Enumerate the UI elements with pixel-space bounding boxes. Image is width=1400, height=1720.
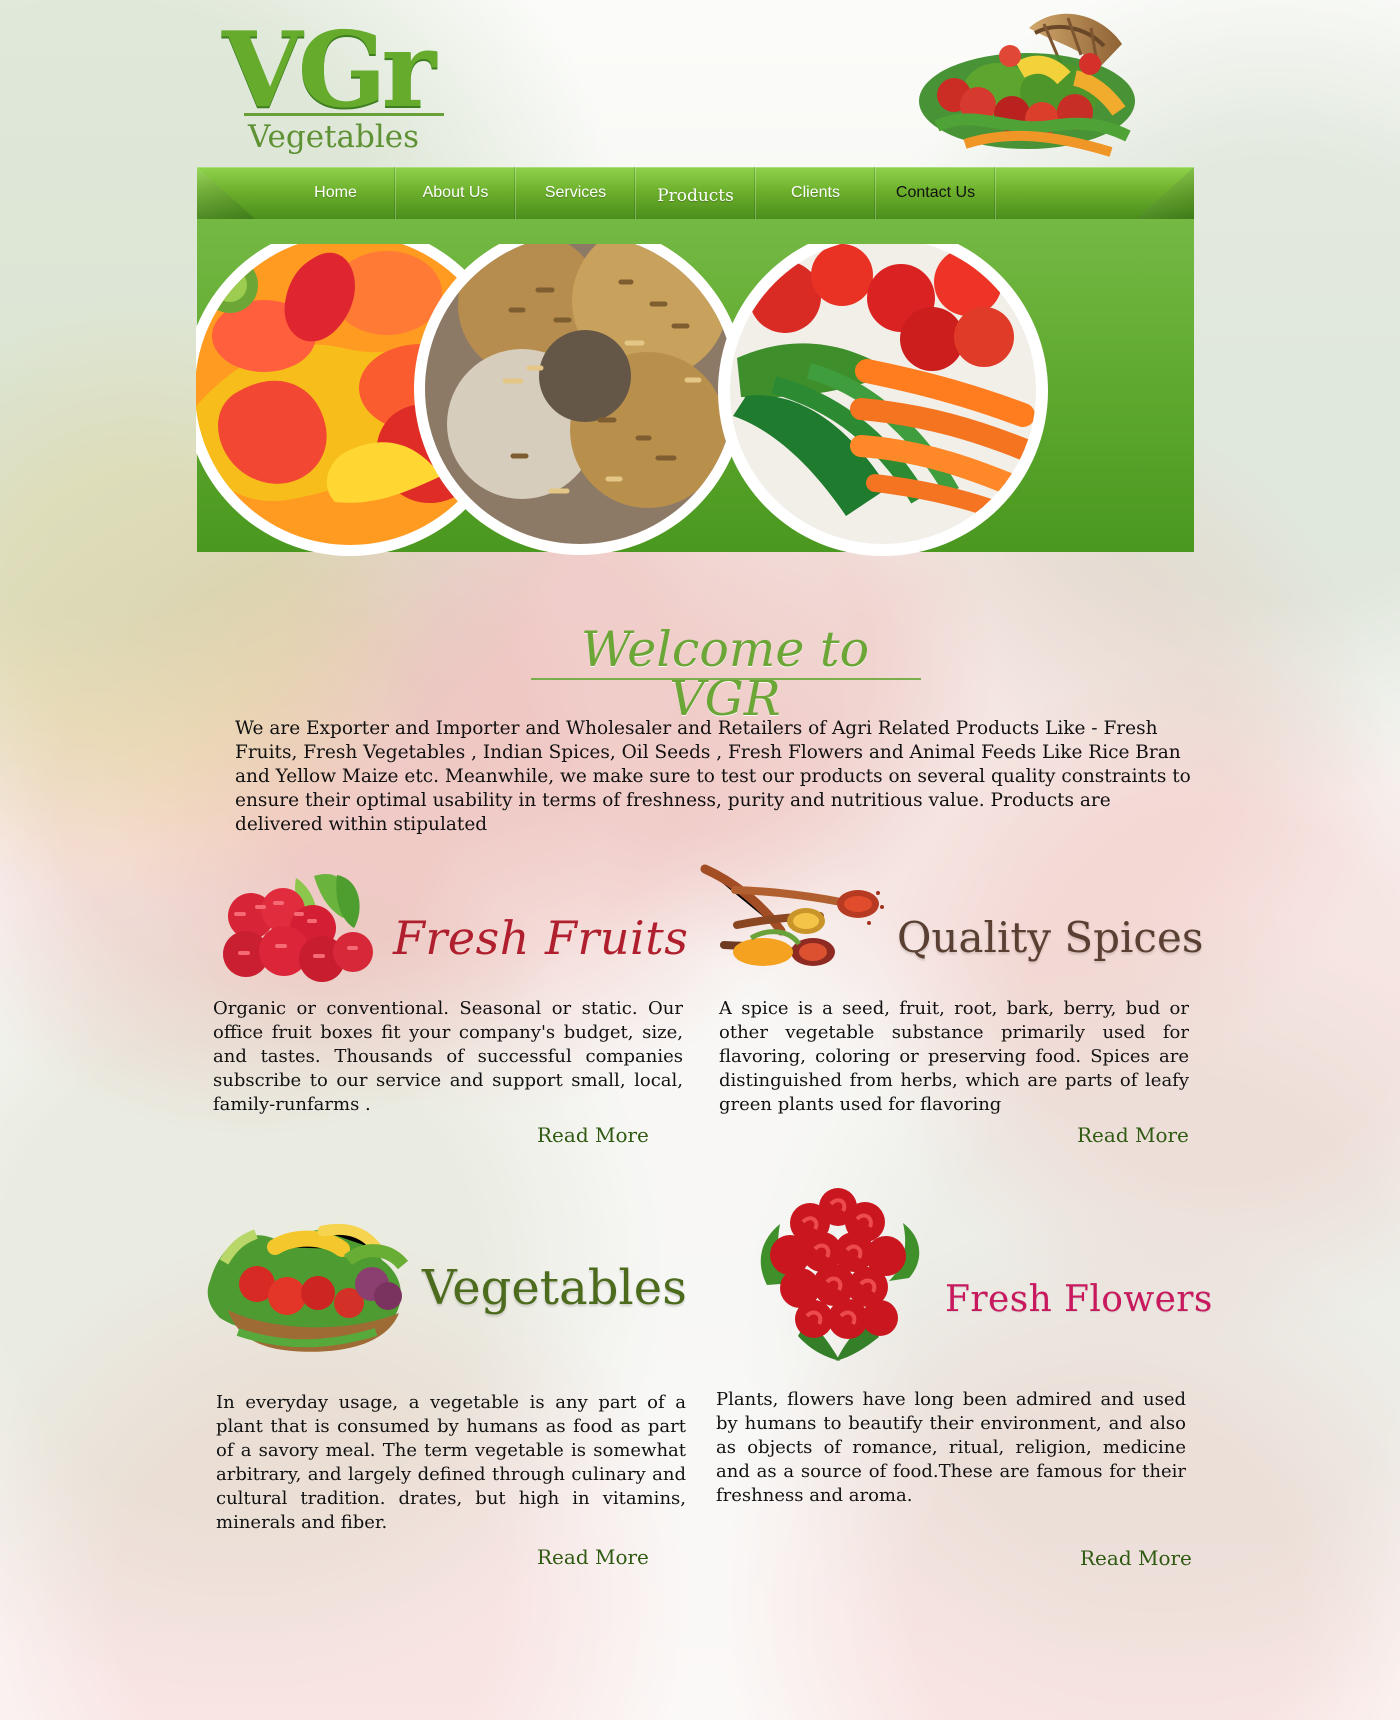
product-circle-images [184, 223, 1156, 604]
welcome-title: Welcome to VGR [580, 621, 870, 727]
nav-home[interactable]: Home [276, 167, 396, 219]
nav-services[interactable]: Services [516, 167, 636, 219]
nav-about-us[interactable]: About Us [396, 167, 516, 219]
fresh-flowers-title: Fresh Flowers [945, 1279, 1213, 1320]
fresh-fruits-text: Organic or conventional. Seasonal or sta… [213, 998, 683, 1115]
nav-contact-us[interactable]: Contact Us [876, 167, 996, 219]
vegetables-read-more-link[interactable]: Read More [537, 1545, 649, 1569]
spice-spoons-image [700, 864, 890, 974]
nav-right-corner [1136, 167, 1194, 219]
vegetable-basket-image [884, 8, 1146, 166]
vegetables-section: Vegetables In everyday usage, a vegetabl… [198, 1202, 687, 1582]
fresh-flowers-text: Plants, flowers have long been admired a… [716, 1389, 1186, 1506]
quality-spices-read-more-link[interactable]: Read More [1077, 1123, 1189, 1147]
fresh-fruits-read-more-link[interactable]: Read More [537, 1123, 649, 1147]
nav-products[interactable]: Products [636, 167, 756, 219]
nav-left-corner [197, 167, 255, 219]
logo-mark: VGr [222, 8, 436, 131]
welcome-intro: We are Exporter and Importer and Wholesa… [235, 718, 1191, 835]
vegetables-title: Vegetables [422, 1260, 687, 1316]
vegetables-text: In everyday usage, a vegetable is any pa… [216, 1392, 686, 1533]
welcome-underline [531, 678, 921, 680]
fresh-fruits-title: Fresh Fruits [393, 911, 689, 965]
quality-spices-section: Quality Spices A spice is a seed, fruit,… [700, 864, 1203, 1149]
nav-items: Home About Us Services Products Clients … [276, 167, 996, 219]
main-navigation: Home About Us Services Products Clients … [197, 167, 1194, 219]
fresh-flowers-section: Fresh Flowers Plants, flowers have long … [716, 1180, 1237, 1600]
vegetable-bowl-image [198, 1202, 416, 1358]
site-logo[interactable]: VGr Vegetables [220, 18, 470, 166]
red-roses-image [752, 1180, 927, 1370]
raspberries-image [210, 858, 380, 982]
logo-divider [244, 113, 444, 116]
fresh-fruits-section: Fresh Fruits Organic or conventional. Se… [210, 858, 695, 1148]
fresh-flowers-read-more-link[interactable]: Read More [1080, 1546, 1192, 1570]
nav-clients[interactable]: Clients [756, 167, 876, 219]
quality-spices-text: A spice is a seed, fruit, root, bark, be… [719, 998, 1189, 1115]
logo-subtitle: Vegetables [248, 119, 420, 155]
quality-spices-title: Quality Spices [897, 913, 1204, 962]
